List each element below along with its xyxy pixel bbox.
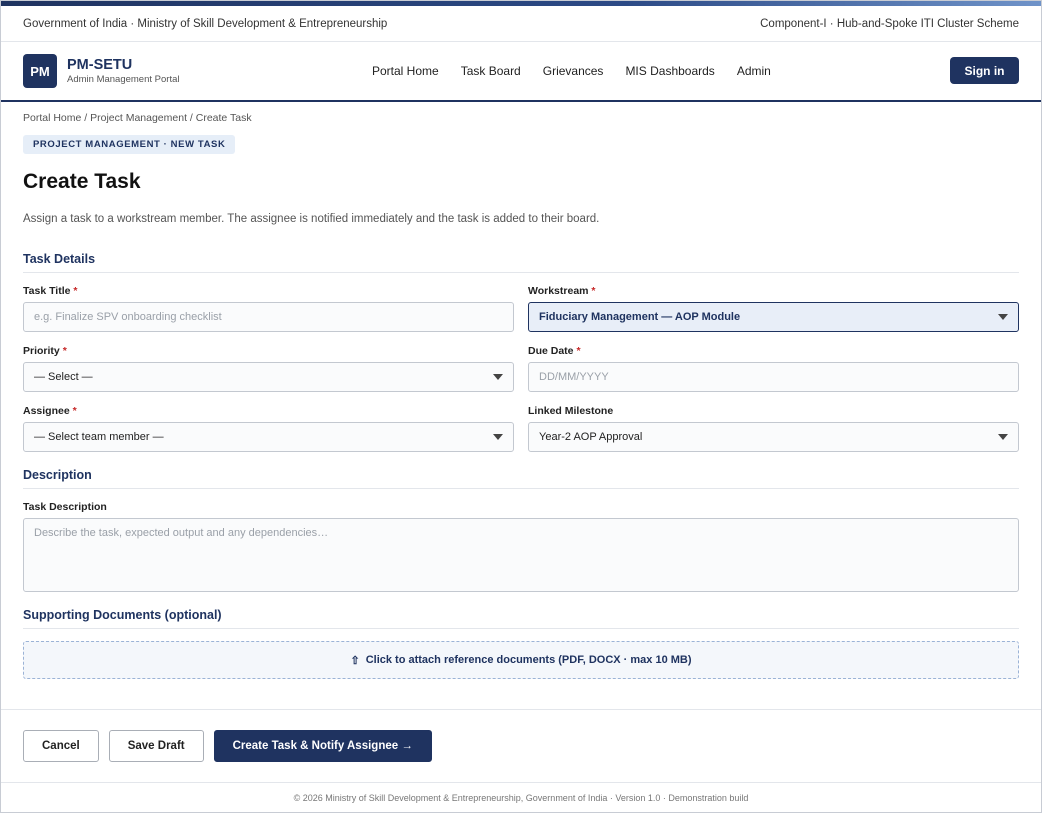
- logo[interactable]: PM: [23, 54, 57, 88]
- main-content: Portal Home / Project Management / Creat…: [1, 112, 1041, 679]
- priority-select[interactable]: — Select —: [23, 362, 514, 392]
- brand: PM-SETU Admin Management Portal: [67, 57, 179, 85]
- documents-heading: Supporting Documents (optional): [23, 608, 1019, 629]
- chevron-down-icon: [998, 314, 1008, 320]
- nav-grievances[interactable]: Grievances: [543, 64, 604, 78]
- task-title-input[interactable]: e.g. Finalize SPV onboarding checklist: [23, 302, 514, 332]
- save-draft-button[interactable]: Save Draft: [108, 730, 204, 762]
- milestone-select[interactable]: Year-2 AOP Approval: [528, 422, 1019, 452]
- create-task-button[interactable]: Create Task & Notify Assignee →: [213, 730, 432, 762]
- site-header: PM PM-SETU Admin Management Portal Porta…: [1, 42, 1041, 102]
- nav-mis-dashboards[interactable]: MIS Dashboards: [625, 64, 714, 78]
- due-date-group: Due Date * DD/MM/YYYY: [528, 345, 1019, 392]
- main-nav: Portal Home Task Board Grievances MIS Da…: [372, 42, 793, 100]
- workstream-select[interactable]: Fiduciary Management — AOP Module: [528, 302, 1019, 332]
- assignee-label: Assignee *: [23, 405, 77, 417]
- form-actions: Cancel Save Draft Create Task & Notify A…: [1, 709, 1041, 782]
- form-row-3: Assignee * — Select team member — Linked…: [23, 405, 1019, 452]
- milestone-group: Linked Milestone Year-2 AOP Approval: [528, 405, 1019, 452]
- workstream-value: Fiduciary Management — AOP Module: [539, 311, 741, 323]
- assignee-value: — Select team member —: [34, 431, 164, 443]
- task-title-group: Task Title * e.g. Finalize SPV onboardin…: [23, 285, 514, 332]
- sign-in-button[interactable]: Sign in: [950, 57, 1019, 84]
- upload-dropzone[interactable]: ⇧ Click to attach reference documents (P…: [23, 641, 1019, 679]
- task-description-textarea[interactable]: Describe the task, expected output and a…: [23, 518, 1019, 592]
- nav-task-board[interactable]: Task Board: [461, 64, 521, 78]
- cancel-button[interactable]: Cancel: [23, 730, 99, 762]
- assignee-select[interactable]: — Select team member —: [23, 422, 514, 452]
- nav-portal-home[interactable]: Portal Home: [372, 64, 439, 78]
- page-intro: Assign a task to a workstream member. Th…: [23, 213, 600, 225]
- chevron-down-icon: [493, 434, 503, 440]
- required-marker: *: [62, 345, 67, 357]
- upload-icon: ⇧: [350, 654, 360, 667]
- task-details-heading: Task Details: [23, 252, 1019, 273]
- priority-value: — Select —: [34, 371, 93, 383]
- due-date-input[interactable]: DD/MM/YYYY: [528, 362, 1019, 392]
- brand-subtitle: Admin Management Portal: [67, 74, 180, 85]
- description-group: Task Description Describe the task, expe…: [23, 501, 1019, 592]
- assignee-group: Assignee * — Select team member —: [23, 405, 514, 452]
- footer: © 2026 Ministry of Skill Development & E…: [1, 782, 1041, 812]
- required-marker: *: [72, 405, 77, 417]
- description-heading: Description: [23, 468, 1019, 489]
- upload-label: Click to attach reference documents (PDF…: [365, 654, 692, 666]
- required-marker: *: [73, 285, 78, 297]
- page-title: Create Task: [23, 170, 141, 193]
- gov-scheme-text: Component-I · Hub-and-Spoke ITI Cluster …: [760, 17, 1019, 30]
- required-marker: *: [576, 345, 581, 357]
- milestone-value: Year-2 AOP Approval: [539, 431, 643, 443]
- form-row-2: Priority * — Select — Due Date * DD/MM/Y…: [23, 345, 1019, 392]
- nav-admin[interactable]: Admin: [737, 64, 771, 78]
- due-date-label: Due Date *: [528, 345, 581, 357]
- section-tag: PROJECT MANAGEMENT · NEW TASK: [23, 135, 236, 154]
- chevron-down-icon: [998, 434, 1008, 440]
- priority-group: Priority * — Select —: [23, 345, 514, 392]
- workstream-group: Workstream * Fiduciary Management — AOP …: [528, 285, 1019, 332]
- government-bar: Government of India · Ministry of Skill …: [1, 6, 1041, 42]
- required-marker: *: [591, 285, 596, 297]
- task-title-label: Task Title *: [23, 285, 78, 297]
- brand-title: PM-SETU: [67, 57, 133, 73]
- task-description-label: Task Description: [23, 501, 107, 513]
- breadcrumb: Portal Home / Project Management / Creat…: [23, 112, 252, 124]
- app-window: Government of India · Ministry of Skill …: [0, 0, 1042, 813]
- chevron-down-icon: [493, 374, 503, 380]
- gov-ministry-text: Government of India · Ministry of Skill …: [23, 17, 388, 30]
- milestone-label: Linked Milestone: [528, 405, 614, 417]
- priority-label: Priority *: [23, 345, 67, 357]
- workstream-label: Workstream *: [528, 285, 596, 297]
- form-row-1: Task Title * e.g. Finalize SPV onboardin…: [23, 285, 1019, 332]
